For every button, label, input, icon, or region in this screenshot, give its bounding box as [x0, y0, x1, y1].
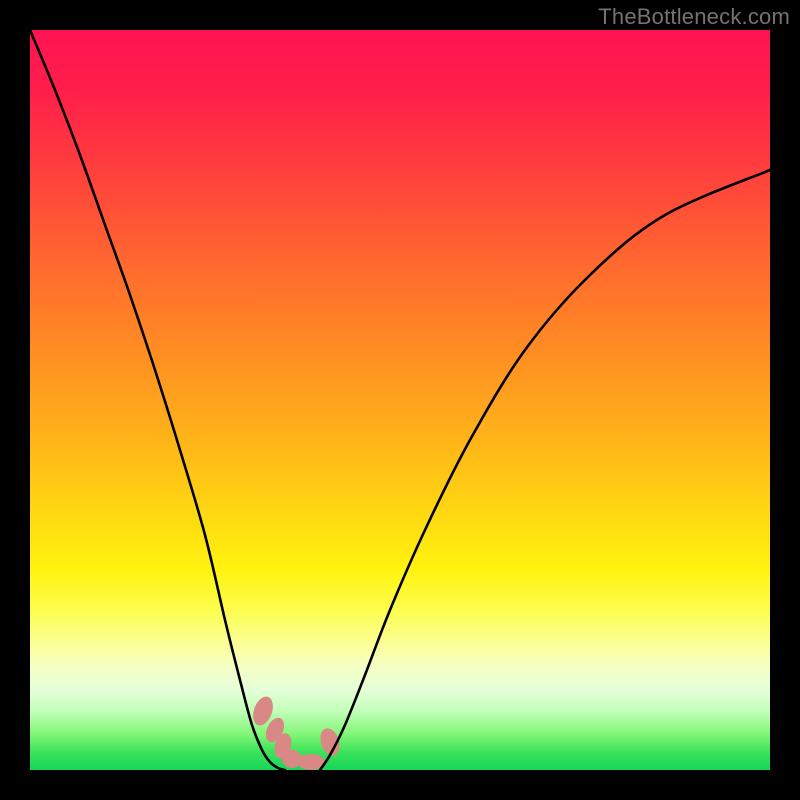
chart-svg: [30, 30, 770, 770]
chart-frame: TheBottleneck.com: [0, 0, 800, 800]
left-curve: [30, 30, 285, 770]
watermark-text: TheBottleneck.com: [598, 4, 790, 30]
right-curve: [320, 170, 770, 770]
plot-area: [30, 30, 770, 770]
